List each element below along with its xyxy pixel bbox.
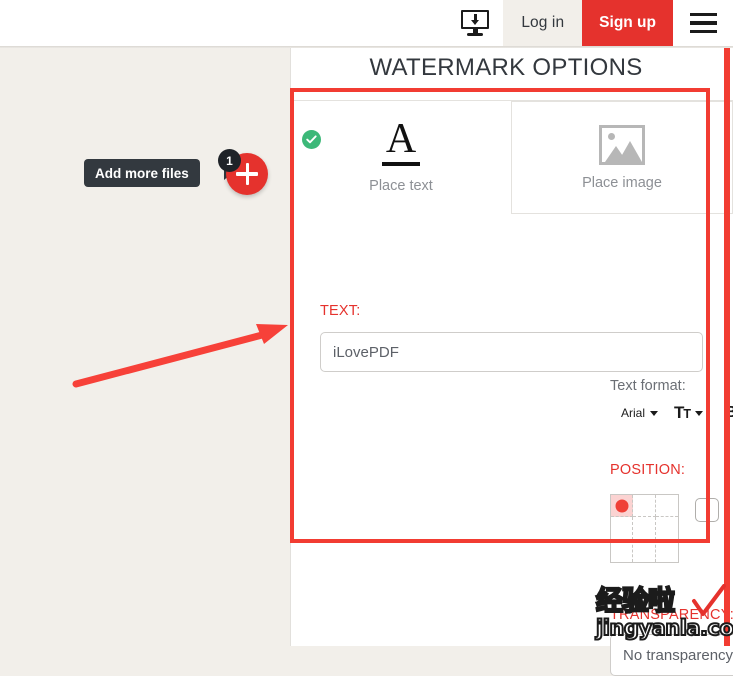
watermark-options-panel: WATERMARK OPTIONS A Place text Place ima… bbox=[290, 48, 733, 676]
transparency-value: No transparency bbox=[623, 646, 733, 664]
desktop-download-icon bbox=[461, 10, 491, 36]
plus-icon-bar bbox=[236, 172, 258, 176]
add-more-files-label: Add more files bbox=[95, 165, 189, 181]
site-header: Log in Sign up bbox=[0, 0, 733, 46]
font-size-dropdown[interactable]: TT bbox=[674, 403, 704, 423]
font-family-value: Arial bbox=[621, 406, 646, 420]
mode-place-image-label: Place image bbox=[582, 174, 662, 191]
mosaic-option: Mosaic bbox=[695, 498, 733, 522]
bold-button[interactable]: B bbox=[725, 404, 733, 422]
login-button[interactable]: Log in bbox=[503, 0, 583, 46]
position-cell-top-center[interactable] bbox=[633, 495, 656, 518]
watermark-text-input[interactable] bbox=[320, 332, 703, 372]
text-format-label: Text format: bbox=[610, 378, 686, 394]
position-cell-bottom-right[interactable] bbox=[656, 540, 678, 562]
position-cell-middle-center[interactable] bbox=[633, 517, 656, 540]
position-label: POSITION: bbox=[610, 462, 686, 478]
header-actions: Log in Sign up bbox=[449, 0, 733, 46]
position-cell-middle-left[interactable] bbox=[611, 517, 634, 540]
hamburger-menu-icon[interactable] bbox=[673, 0, 733, 46]
position-cell-middle-right[interactable] bbox=[655, 517, 678, 540]
mosaic-checkbox[interactable] bbox=[695, 498, 719, 522]
mode-place-text[interactable]: A Place text bbox=[291, 101, 511, 214]
chevron-down-icon bbox=[650, 410, 659, 416]
letter-a-icon: A bbox=[379, 118, 423, 168]
position-cell-top-right[interactable] bbox=[655, 495, 678, 518]
font-size-icon: TT bbox=[674, 403, 691, 422]
mode-place-text-label: Place text bbox=[369, 177, 433, 194]
signup-button[interactable]: Sign up bbox=[582, 0, 673, 46]
text-format-toolbar: Arial TT B I U A bbox=[621, 401, 733, 425]
green-check-icon bbox=[302, 130, 321, 149]
position-cell-bottom-left[interactable] bbox=[611, 539, 634, 562]
transparency-label: TRANSPARENCY: bbox=[610, 607, 733, 623]
file-workspace: Add more files 1 bbox=[0, 48, 290, 646]
text-field-label: TEXT: bbox=[320, 303, 361, 319]
position-cell-top-left[interactable] bbox=[611, 495, 634, 518]
file-count-badge: 1 bbox=[218, 149, 241, 172]
font-family-dropdown[interactable]: Arial bbox=[621, 406, 659, 420]
desktop-download-button[interactable] bbox=[449, 0, 504, 46]
position-cell-bottom-center[interactable] bbox=[633, 539, 656, 562]
page-title: WATERMARK OPTIONS bbox=[369, 54, 643, 81]
add-more-files-tooltip[interactable]: Add more files bbox=[84, 159, 200, 187]
transparency-dropdown[interactable]: No transparency bbox=[610, 634, 733, 676]
position-grid[interactable] bbox=[610, 494, 679, 563]
mode-place-image[interactable]: Place image bbox=[511, 101, 733, 214]
header-divider bbox=[0, 46, 733, 48]
chevron-down-icon bbox=[695, 410, 704, 416]
watermark-mode-row: A Place text Place image bbox=[291, 101, 733, 214]
image-placeholder-icon bbox=[599, 124, 645, 165]
